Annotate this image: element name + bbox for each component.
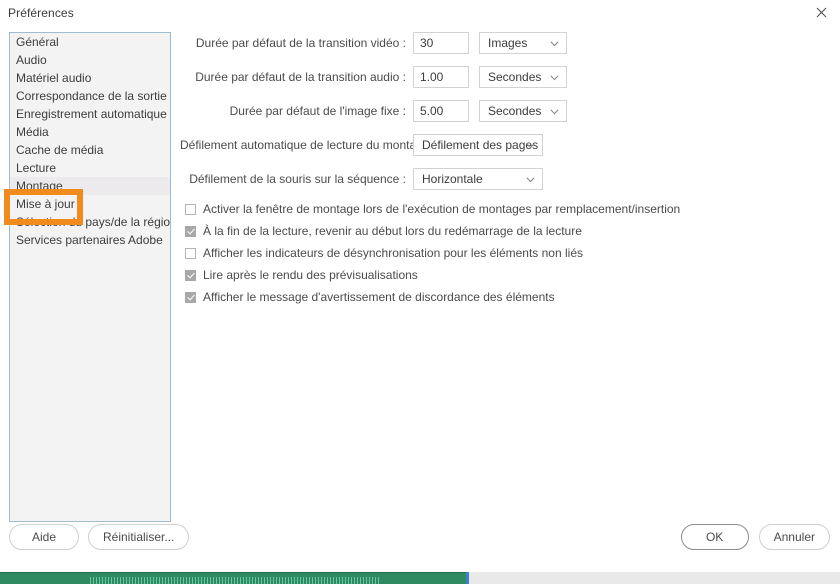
audio-waveform: [90, 577, 380, 584]
option-checkbox-row[interactable]: Lire après le rendu des prévisualisation…: [180, 268, 830, 282]
sidebar-item[interactable]: Correspondance de la sortie audio: [10, 87, 170, 105]
options-checkbox-list: Activer la fenêtre de montage lors de l'…: [180, 202, 830, 304]
checkbox-label: Afficher le message d'avertissement de d…: [203, 290, 555, 304]
sidebar-item[interactable]: Enregistrement automatique: [10, 105, 170, 123]
checkbox-label: Lire après le rendu des prévisualisation…: [203, 268, 418, 282]
sidebar-item[interactable]: Mise à jour: [10, 195, 170, 213]
checkbox[interactable]: [185, 269, 196, 281]
reset-button[interactable]: Réinitialiser...: [88, 524, 190, 550]
sidebar-item[interactable]: Services partenaires Adobe: [10, 231, 170, 249]
scroll-mode-select-value: Horizontale: [422, 172, 483, 186]
duration-input[interactable]: [413, 32, 469, 54]
checkbox-label: À la fin de la lecture, revenir au début…: [203, 224, 582, 238]
unit-select[interactable]: Secondes: [479, 100, 567, 122]
sidebar-item[interactable]: Audio: [10, 51, 170, 69]
help-button[interactable]: Aide: [9, 524, 79, 550]
titlebar: Préférences: [0, 0, 840, 26]
unit-select-value: Images: [488, 36, 528, 50]
option-checkbox-row[interactable]: Afficher les indicateurs de désynchronis…: [180, 246, 830, 260]
scroll-select-row: Défilement automatique de lecture du mon…: [180, 134, 830, 156]
dialog-body: Général Audio Matériel audio Correspondance…: [0, 26, 840, 572]
scroll-select-row: Défilement de la souris sur la séquence …: [180, 168, 830, 190]
duration-fields: Durée par défaut de la transition vidéo …: [180, 32, 830, 122]
ok-button[interactable]: OK: [680, 524, 749, 550]
sidebar-item[interactable]: Matériel audio: [10, 69, 170, 87]
footer-right-buttons: OK Annuler: [680, 524, 830, 550]
field-label: Défilement automatique de lecture du mon…: [180, 138, 437, 152]
checkbox[interactable]: [185, 225, 196, 237]
scroll-mode-select[interactable]: Défilement des pages: [413, 134, 543, 156]
field-label: Durée par défaut de la transition vidéo …: [195, 36, 406, 50]
duration-field-row: Durée par défaut de l'image fixe : Second…: [180, 100, 830, 122]
chevron-down-icon: [526, 138, 535, 152]
field-label: Défilement de la souris sur la séquence …: [189, 172, 406, 186]
close-icon[interactable]: [806, 0, 836, 24]
field-label: Durée par défaut de l'image fixe :: [229, 104, 406, 118]
unit-select[interactable]: Images: [479, 32, 567, 54]
unit-select[interactable]: Secondes: [479, 66, 567, 88]
checkbox-label: Afficher les indicateurs de désynchronis…: [203, 246, 583, 260]
playhead-marker: [466, 572, 469, 584]
duration-input[interactable]: [413, 66, 469, 88]
unit-select-value: Secondes: [488, 104, 542, 118]
checkbox[interactable]: [185, 291, 196, 303]
checkbox-label: Activer la fenêtre de montage lors de l'…: [203, 202, 681, 216]
audio-track-clip: [0, 572, 468, 584]
duration-input[interactable]: [413, 100, 469, 122]
sidebar-item[interactable]: Montage: [10, 177, 170, 195]
option-checkbox-row[interactable]: À la fin de la lecture, revenir au début…: [180, 224, 830, 238]
background-timeline-strip: [0, 572, 840, 584]
option-checkbox-row[interactable]: Activer la fenêtre de montage lors de l'…: [180, 202, 830, 216]
scroll-selects: Défilement automatique de lecture du mon…: [180, 134, 830, 190]
sidebar-item[interactable]: Général: [10, 33, 170, 51]
sidebar-item[interactable]: Lecture: [10, 159, 170, 177]
field-label: Durée par défaut de la transition audio …: [195, 70, 406, 84]
duration-field-row: Durée par défaut de la transition vidéo …: [180, 32, 830, 54]
chevron-down-icon: [550, 70, 559, 84]
footer-left-buttons: Aide Réinitialiser...: [9, 524, 190, 550]
category-list[interactable]: Général Audio Matériel audio Correspondance…: [9, 32, 171, 522]
settings-panel: Durée par défaut de la transition vidéo …: [180, 32, 830, 312]
window-title: Préférences: [8, 6, 74, 20]
scroll-mode-select[interactable]: Horizontale: [413, 168, 543, 190]
chevron-down-icon: [526, 172, 535, 186]
scroll-mode-select-value: Défilement des pages: [422, 138, 539, 152]
chevron-down-icon: [550, 104, 559, 118]
unit-select-value: Secondes: [488, 70, 542, 84]
checkbox[interactable]: [185, 203, 196, 215]
sidebar-item[interactable]: Sélection du pays/de la région: [10, 213, 170, 231]
option-checkbox-row[interactable]: Afficher le message d'avertissement de d…: [180, 290, 830, 304]
cancel-button[interactable]: Annuler: [758, 524, 830, 550]
chevron-down-icon: [550, 36, 559, 50]
sidebar-item[interactable]: Média: [10, 123, 170, 141]
sidebar-item[interactable]: Cache de média: [10, 141, 170, 159]
checkbox[interactable]: [185, 247, 196, 259]
duration-field-row: Durée par défaut de la transition audio …: [180, 66, 830, 88]
